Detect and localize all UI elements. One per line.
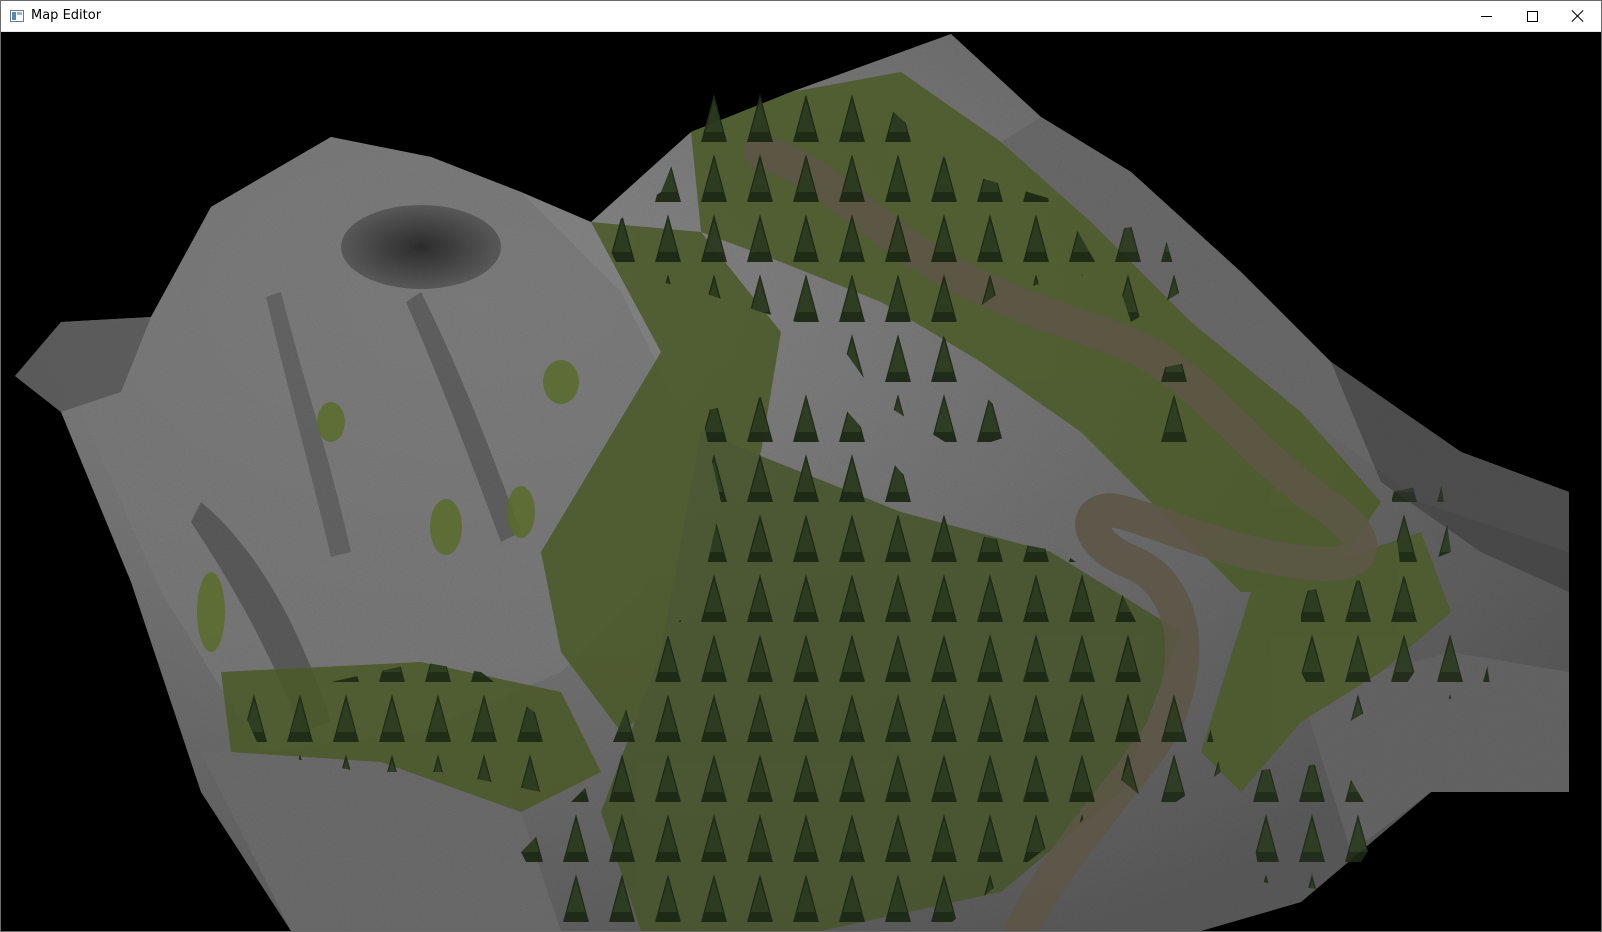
maximize-button[interactable] [1509,1,1555,31]
map-editor-window: Map Editor [0,0,1602,932]
terrain-viewport[interactable] [1,32,1601,931]
app-window-icon [10,10,24,22]
maximize-icon [1526,10,1538,22]
window-title: Map Editor [31,8,102,23]
close-icon [1572,10,1584,22]
close-button[interactable] [1555,1,1601,31]
minimize-button[interactable] [1463,1,1509,31]
minimize-icon [1480,15,1492,17]
terrain-render[interactable] [1,32,1601,931]
title-bar[interactable]: Map Editor [1,1,1601,32]
